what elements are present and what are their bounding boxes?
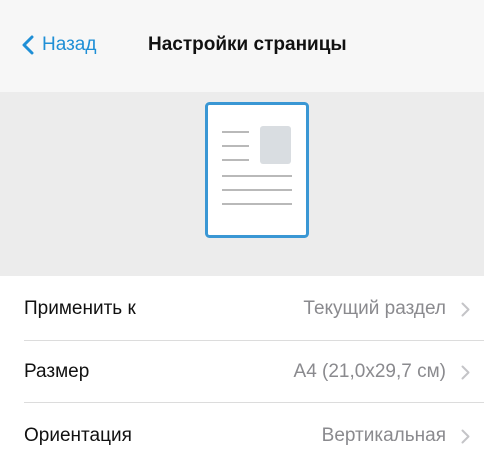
chevron-right-icon [461, 302, 470, 317]
orientation-value: Вертикальная [321, 425, 446, 446]
page-preview-area [0, 92, 484, 276]
page-layout-icon [205, 102, 309, 238]
page-title: Настройки страницы [148, 34, 347, 55]
chevron-left-icon [22, 35, 34, 55]
apply-to-row[interactable]: Применить к Текущий раздел [0, 278, 484, 340]
orientation-row[interactable]: Ориентация Вертикальная [0, 405, 484, 467]
navigation-bar: Назад Настройки страницы [0, 0, 484, 92]
chevron-right-icon [461, 429, 470, 444]
size-label: Размер [24, 361, 90, 382]
back-button[interactable]: Назад [22, 30, 96, 60]
orientation-label: Ориентация [24, 425, 132, 446]
size-value: А4 (21,0x29,7 см) [293, 361, 446, 382]
apply-to-value: Текущий раздел [303, 298, 446, 319]
size-row[interactable]: Размер А4 (21,0x29,7 см) [0, 341, 484, 403]
settings-list: Применить к Текущий раздел Размер А4 (21… [0, 276, 484, 457]
back-button-label[interactable]: Назад [42, 30, 96, 60]
chevron-right-icon [461, 365, 470, 380]
row-divider [24, 402, 484, 403]
apply-to-label: Применить к [24, 298, 136, 319]
